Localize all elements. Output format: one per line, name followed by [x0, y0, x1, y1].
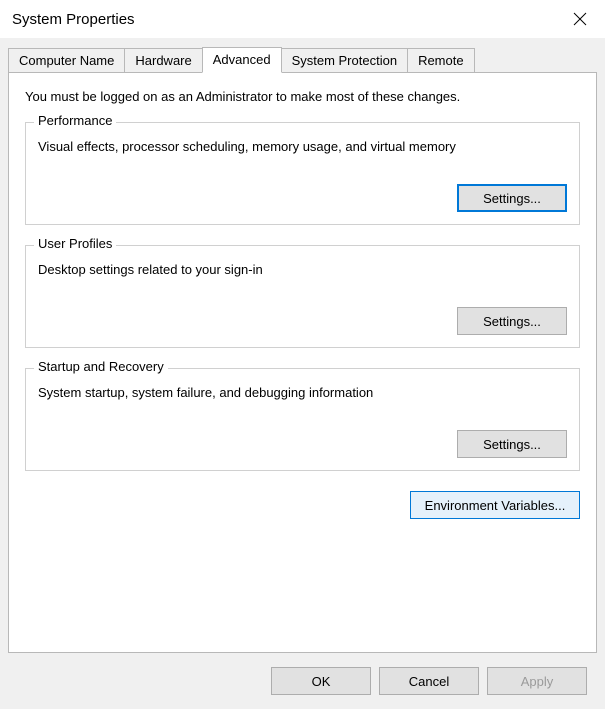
admin-note: You must be logged on as an Administrato…: [25, 89, 580, 104]
tab-advanced[interactable]: Advanced: [202, 47, 282, 73]
close-button[interactable]: [557, 3, 603, 35]
group-performance-desc: Visual effects, processor scheduling, me…: [38, 139, 567, 154]
ok-button[interactable]: OK: [271, 667, 371, 695]
tab-hardware[interactable]: Hardware: [124, 48, 202, 72]
group-user-profiles-button-row: Settings...: [38, 307, 567, 335]
environment-variables-row: Environment Variables...: [25, 491, 580, 519]
work-area: Computer Name Hardware Advanced System P…: [0, 38, 605, 709]
user-profiles-settings-button[interactable]: Settings...: [457, 307, 567, 335]
group-user-profiles: User Profiles Desktop settings related t…: [25, 245, 580, 348]
close-icon: [573, 12, 587, 26]
group-startup-recovery-desc: System startup, system failure, and debu…: [38, 385, 567, 400]
dialog-footer: OK Cancel Apply: [8, 653, 597, 709]
group-startup-recovery: Startup and Recovery System startup, sys…: [25, 368, 580, 471]
window-title: System Properties: [12, 11, 135, 28]
group-performance-button-row: Settings...: [38, 184, 567, 212]
environment-variables-button[interactable]: Environment Variables...: [410, 491, 580, 519]
apply-button[interactable]: Apply: [487, 667, 587, 695]
tab-remote[interactable]: Remote: [407, 48, 475, 72]
group-performance-legend: Performance: [34, 113, 116, 128]
title-bar: System Properties: [0, 0, 605, 38]
cancel-button[interactable]: Cancel: [379, 667, 479, 695]
tab-strip: Computer Name Hardware Advanced System P…: [8, 44, 597, 72]
tab-computer-name[interactable]: Computer Name: [8, 48, 125, 72]
group-user-profiles-legend: User Profiles: [34, 236, 116, 251]
startup-recovery-settings-button[interactable]: Settings...: [457, 430, 567, 458]
group-startup-recovery-button-row: Settings...: [38, 430, 567, 458]
group-user-profiles-desc: Desktop settings related to your sign-in: [38, 262, 567, 277]
performance-settings-button[interactable]: Settings...: [457, 184, 567, 212]
tab-system-protection[interactable]: System Protection: [281, 48, 409, 72]
tab-pane-advanced: You must be logged on as an Administrato…: [8, 72, 597, 653]
group-startup-recovery-legend: Startup and Recovery: [34, 359, 168, 374]
group-performance: Performance Visual effects, processor sc…: [25, 122, 580, 225]
